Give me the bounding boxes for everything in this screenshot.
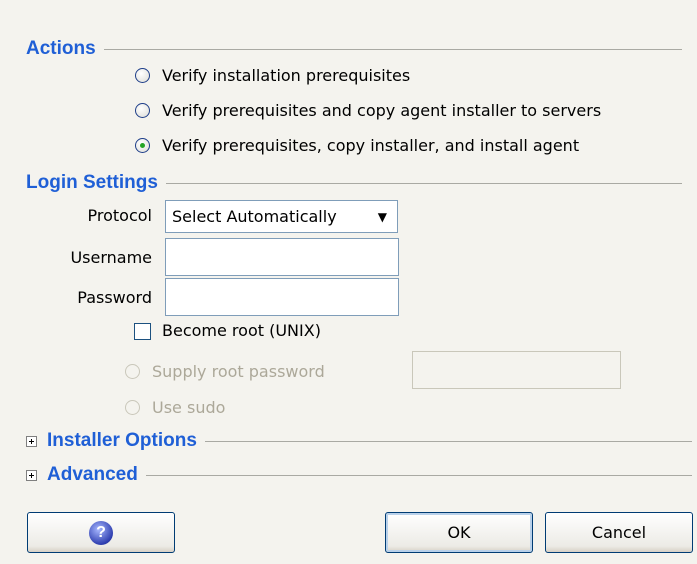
- action-option-verify-copy-install[interactable]: Verify prerequisites, copy installer, an…: [135, 136, 579, 155]
- radio-button-selected[interactable]: [135, 138, 150, 153]
- ok-button-label: OK: [447, 523, 471, 542]
- supply-root-password-label: Supply root password: [152, 362, 325, 381]
- become-root-label: Become root (UNIX): [162, 321, 321, 340]
- advanced-section-header[interactable]: Advanced: [26, 464, 692, 486]
- use-sudo-label: Use sudo: [152, 398, 226, 417]
- password-label: Password: [77, 288, 152, 307]
- help-button[interactable]: ?: [27, 512, 175, 553]
- action-option-label: Verify installation prerequisites: [162, 66, 411, 85]
- actions-section-header: Actions: [26, 38, 682, 60]
- action-option-label: Verify prerequisites and copy agent inst…: [162, 101, 602, 120]
- actions-title: Actions: [26, 38, 96, 59]
- login-settings-title: Login Settings: [26, 172, 158, 193]
- use-sudo-option[interactable]: Use sudo: [125, 398, 225, 417]
- root-password-field[interactable]: [412, 351, 621, 389]
- action-option-verify[interactable]: Verify installation prerequisites: [135, 66, 410, 85]
- action-option-verify-copy[interactable]: Verify prerequisites and copy agent inst…: [135, 101, 601, 120]
- login-settings-divider: [165, 182, 682, 184]
- protocol-label: Protocol: [87, 206, 152, 225]
- password-field[interactable]: [165, 278, 399, 316]
- advanced-divider: [145, 474, 692, 476]
- action-option-label: Verify prerequisites, copy installer, an…: [162, 136, 580, 155]
- expand-plus-icon[interactable]: [26, 469, 37, 481]
- supply-root-password-option[interactable]: Supply root password: [125, 362, 325, 381]
- radio-button-disabled[interactable]: [125, 400, 140, 415]
- installer-options-section-header[interactable]: Installer Options: [26, 430, 692, 452]
- installer-options-title[interactable]: Installer Options: [47, 430, 197, 452]
- protocol-select[interactable]: Select Automatically ▼: [165, 200, 398, 233]
- help-question-icon: ?: [89, 520, 113, 545]
- protocol-selected-value: Select Automatically: [172, 207, 337, 226]
- cancel-button[interactable]: Cancel: [545, 512, 693, 553]
- dropdown-arrow-icon[interactable]: ▼: [378, 210, 387, 224]
- become-root-checkbox[interactable]: [134, 323, 151, 340]
- radio-button[interactable]: [135, 68, 150, 83]
- installer-options-divider: [204, 440, 692, 442]
- cancel-button-label: Cancel: [591, 523, 647, 542]
- radio-button-disabled[interactable]: [125, 364, 140, 379]
- login-settings-section-header: Login Settings: [26, 172, 682, 194]
- expand-plus-icon[interactable]: [26, 435, 37, 447]
- actions-divider: [103, 48, 682, 50]
- advanced-title[interactable]: Advanced: [47, 464, 138, 486]
- ok-button[interactable]: OK: [385, 512, 533, 553]
- username-label: Username: [70, 248, 152, 267]
- radio-button[interactable]: [135, 103, 150, 118]
- username-field[interactable]: [165, 238, 399, 276]
